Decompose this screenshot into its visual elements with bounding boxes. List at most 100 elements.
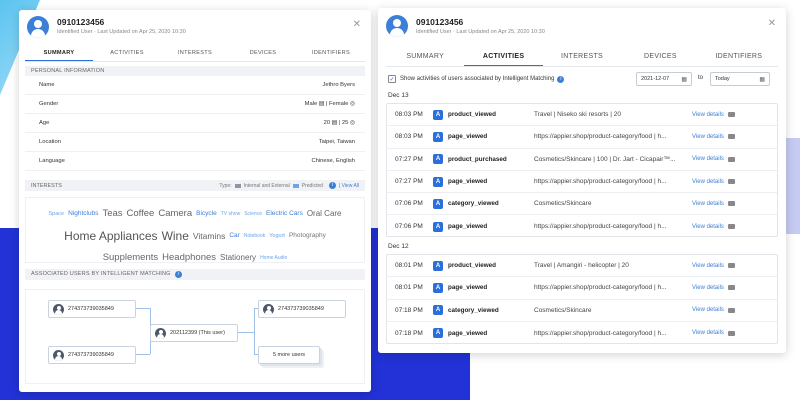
document-icon[interactable]: [727, 112, 735, 118]
info-icon[interactable]: i: [557, 75, 565, 83]
interest-tag[interactable]: Photography: [289, 232, 326, 241]
tab-interests[interactable]: INTERESTS: [543, 48, 621, 66]
tab-bar: SUMMARY ACTIVITIES INTERESTS DEVICES IDENTIF…: [25, 46, 365, 62]
checkbox-label: Show activities of users associated by I…: [400, 76, 555, 82]
legend-swatch-internal: [234, 183, 241, 188]
this-user-node[interactable]: 202112399 (This user): [150, 324, 238, 342]
view-details-link[interactable]: View details: [692, 307, 724, 313]
tab-devices[interactable]: DEVICES: [229, 46, 297, 61]
document-icon[interactable]: [727, 134, 735, 140]
view-details-link[interactable]: View details: [692, 330, 724, 336]
interest-tag[interactable]: Car: [229, 232, 239, 241]
interest-tag[interactable]: Headphones: [162, 252, 216, 265]
more-users-node[interactable]: 5 more users: [258, 346, 320, 364]
view-details-link[interactable]: View details: [692, 201, 724, 207]
info-row-name: Name Jethro Byers: [25, 76, 365, 95]
tab-summary[interactable]: SUMMARY: [386, 48, 464, 66]
assoc-user-node[interactable]: 274373739035849: [48, 346, 136, 364]
date-to-value: Today: [715, 76, 730, 82]
info-key: Age: [39, 120, 50, 126]
activity-row: 07:06 PM Acategory_viewed Cosmetics/Skinca…: [387, 193, 777, 216]
document-icon[interactable]: [727, 156, 735, 162]
interest-tag[interactable]: Coffee: [127, 208, 155, 221]
activity-event: page_viewed: [448, 133, 488, 141]
interest-tag[interactable]: Notebook: [244, 233, 265, 240]
activity-event: product_viewed: [448, 111, 496, 119]
assoc-user-node[interactable]: 274373739035849: [258, 300, 346, 318]
date-to-label: to: [698, 75, 704, 81]
tab-activities[interactable]: ACTIVITIES: [464, 48, 543, 66]
calendar-icon: ▦: [759, 76, 765, 83]
tab-interests[interactable]: INTERESTS: [161, 46, 229, 61]
activity-detail: Travel | Niseko ski resorts | 20: [534, 111, 621, 119]
activity-row: 07:27 PM Apage_viewed https://appier.shop/…: [387, 171, 777, 194]
view-details-link[interactable]: View details: [692, 263, 724, 269]
assoc-section: ASSOCIATED USERS BY INTELLIGENT MATCHING…: [25, 269, 365, 280]
tab-summary[interactable]: SUMMARY: [25, 46, 93, 61]
view-details-link[interactable]: View details: [692, 224, 724, 230]
interest-tag[interactable]: Oral Care: [307, 209, 342, 220]
document-icon[interactable]: [727, 285, 735, 291]
document-icon[interactable]: [727, 307, 735, 313]
interest-tag[interactable]: Bicycle: [196, 210, 217, 219]
association-graph: 274373739035849 274373739035849 20211239…: [25, 289, 365, 384]
interest-tag[interactable]: Electric Cars: [266, 210, 303, 219]
date-to-picker[interactable]: Today ▦: [710, 72, 770, 86]
tab-identifiers[interactable]: IDENTIFIERS: [700, 48, 778, 66]
close-icon[interactable]: ✕: [768, 18, 776, 29]
info-icon[interactable]: i: [328, 182, 336, 189]
document-icon[interactable]: [727, 179, 735, 185]
interest-tag[interactable]: Vitamins: [193, 231, 225, 242]
document-icon[interactable]: [727, 201, 735, 207]
user-meta: Identified User · Last Updated on Apr 25…: [57, 29, 186, 35]
day-label: Dec 13: [388, 92, 409, 99]
view-details-link[interactable]: View details: [692, 179, 724, 185]
view-details-link[interactable]: View details: [692, 285, 724, 291]
user-profile-panel-activities: 0910123456 Identified User · Last Update…: [378, 8, 786, 353]
activity-event: page_viewed: [448, 178, 488, 186]
interest-tag[interactable]: Supplements: [103, 252, 158, 265]
tab-activities[interactable]: ACTIVITIES: [93, 46, 161, 61]
activity-list: 08:03 PM Aproduct_viewed Travel | Niseko s…: [387, 104, 777, 238]
interest-tag[interactable]: Home Audio: [260, 255, 287, 262]
view-details-link[interactable]: View details: [692, 112, 724, 118]
connector-line: [136, 354, 150, 355]
appier-icon: A: [433, 198, 443, 209]
activity-event: page_viewed: [448, 329, 488, 337]
view-details-link[interactable]: View details: [692, 156, 724, 162]
interest-tag[interactable]: Teas: [102, 208, 122, 221]
view-details-link[interactable]: View details: [692, 134, 724, 140]
close-icon[interactable]: ✕: [353, 19, 361, 30]
interest-tag[interactable]: Home Appliances: [64, 228, 157, 244]
interest-tag[interactable]: Nightclubs: [68, 210, 98, 219]
last-updated: Last Updated on Apr 25, 2020 10:30: [97, 29, 186, 35]
associated-activity-checkbox[interactable]: ✓: [388, 75, 396, 83]
document-icon[interactable]: [727, 263, 735, 269]
activity-time: 08:01 PM: [395, 284, 423, 292]
activity-row: 08:01 PM Aproduct_viewed Travel | Amangiri…: [387, 255, 777, 278]
date-from-picker[interactable]: 2021-12-07 ▦: [636, 72, 692, 86]
personal-info-section: PERSONAL INFORMATION Name Jethro Byers Gen…: [25, 66, 365, 171]
interest-tag[interactable]: TV show: [221, 211, 240, 218]
appier-icon: A: [433, 221, 443, 232]
interest-tag[interactable]: Space: [48, 211, 64, 218]
view-all-link[interactable]: | View All: [339, 183, 359, 189]
node-label: 202112399 (This user): [170, 330, 225, 336]
tab-identifiers[interactable]: IDENTIFIERS: [297, 46, 365, 61]
interest-tag[interactable]: Camera: [158, 208, 192, 221]
assoc-user-node[interactable]: 274373739035849: [48, 300, 136, 318]
section-label-associated-users: ASSOCIATED USERS BY INTELLIGENT MATCHING…: [25, 269, 365, 280]
interest-tag[interactable]: Stationery: [220, 253, 256, 264]
interests-header: INTERESTS Type: Internal and External Pr…: [25, 180, 365, 191]
document-icon[interactable]: [727, 330, 735, 336]
interest-tag[interactable]: Science: [244, 211, 262, 218]
info-icon[interactable]: i: [175, 271, 183, 278]
tab-devices[interactable]: DEVICES: [621, 48, 699, 66]
interest-tag[interactable]: Yogurt: [269, 233, 285, 240]
activity-event: product_viewed: [448, 262, 496, 270]
interests-section: INTERESTS Type: Internal and External Pr…: [25, 180, 365, 191]
document-icon[interactable]: [727, 224, 735, 230]
activity-time: 07:06 PM: [395, 223, 423, 231]
activity-event: page_viewed: [448, 284, 488, 292]
interest-tag[interactable]: Wine: [162, 228, 189, 244]
